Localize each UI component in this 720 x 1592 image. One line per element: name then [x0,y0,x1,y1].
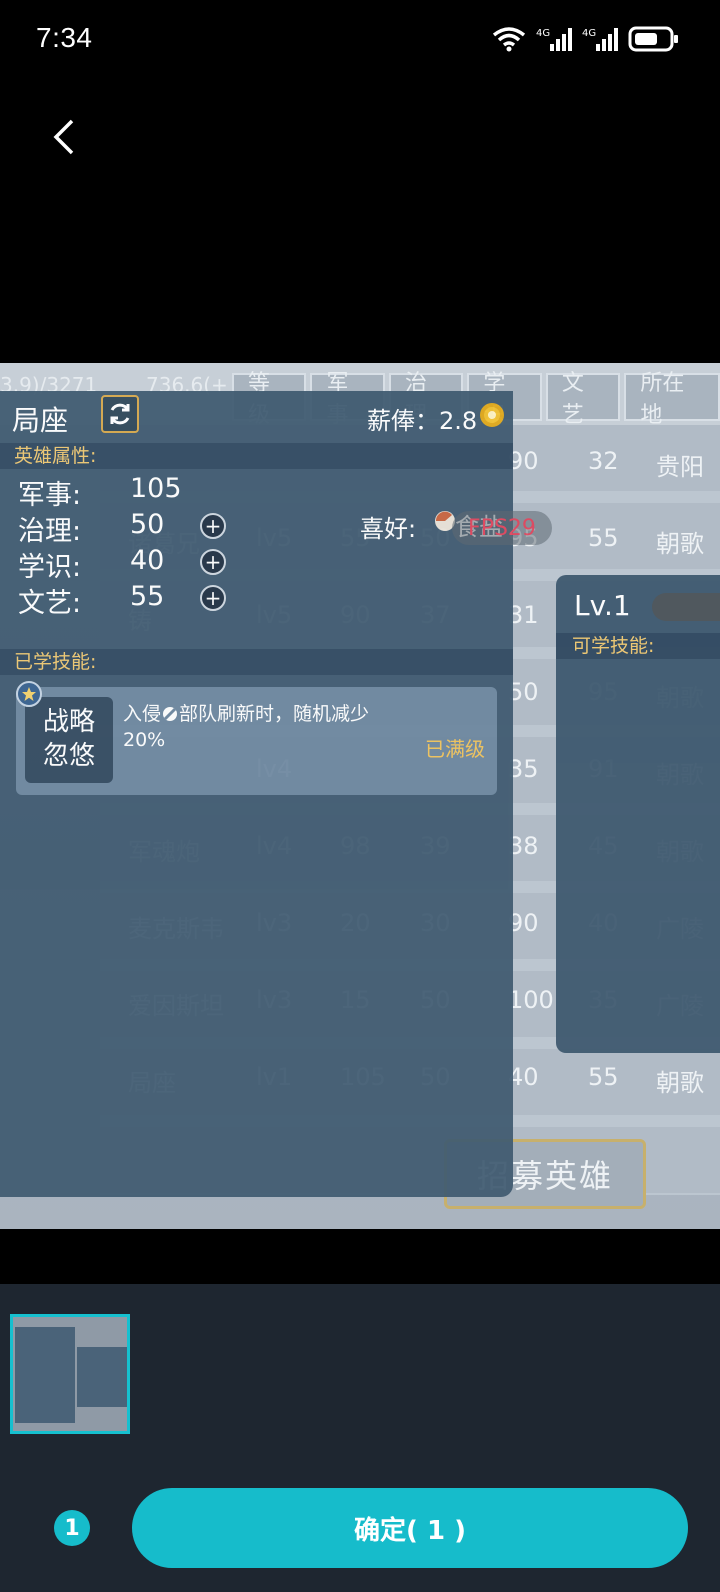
skill-max-level: 已满级 [425,737,485,761]
hero-name: 局座 [12,404,69,437]
bg-table-cell: 55 [588,524,619,552]
status-icons: 4G 4G [492,26,680,52]
attr-value: 40 [130,545,165,576]
attr-label: 军事: [18,480,82,511]
skill-desc-part3: 20% [123,729,166,751]
confirm-button[interactable]: 确定( 1 ) [132,1488,688,1568]
bg-table-cell: 朝歌 [656,1069,704,1097]
image-preview: 3.9)/3271 736.6(+ 等级 军事 治理 学识 文艺 所在地 903… [0,363,720,1229]
hero-attrs-header: 英雄属性: [0,443,513,469]
attr-label: 治理: [18,516,82,547]
fps-counter: FPS29 [452,511,552,545]
plus-icon: + [200,513,226,539]
wifi-icon [492,27,526,52]
bg-table-cell: 100 [508,986,554,1014]
skill-card: 战略 忽悠 入侵 部队刷新时，随机减少 20% 已满级 [16,681,497,795]
ban-icon [163,707,178,721]
bg-table-cell: 32 [588,447,619,475]
bg-tab: 所在地 [624,371,720,428]
skill-name-line2: 忽悠 [42,741,95,771]
cell-signal-icon-2: 4G [582,28,618,51]
plus-icon: + [200,585,226,611]
bg-table-cell: 贵阳 [656,453,704,481]
learned-skills-header: 已学技能: [0,649,513,675]
hobby-label: 喜好: [360,515,417,543]
plus-icon: + [200,549,226,575]
selected-thumbnail[interactable] [10,1314,130,1434]
skill-badge: 战略 忽悠 [25,697,113,783]
status-bar: 7:34 4G 4G [0,0,720,88]
level-progress [652,593,720,621]
bg-table-cell: 55 [588,1063,619,1091]
coin-icon [480,403,504,427]
refresh-icon [101,395,139,433]
hero-dialog: 局座 薪俸：2.8 英雄属性: 军事: 105 治理: 50 + 学识: 40 … [0,391,552,1197]
attr-value: 55 [130,581,165,612]
bg-tab: 文艺 [545,371,621,428]
cell-signal-icon: 4G [536,28,572,51]
chevron-left-icon [53,119,74,155]
skill-desc-part1: 入侵 [123,703,162,725]
attr-value: 105 [130,473,182,504]
status-time: 7:34 [36,22,93,53]
attr-label: 学识: [18,552,82,583]
skill-description: 入侵 部队刷新时，随机减少 20% [123,701,423,753]
learnable-skills-header: 可学技能: [556,633,720,659]
attr-value: 50 [130,509,165,540]
attr-label: 文艺: [18,588,82,619]
back-button[interactable] [40,110,88,164]
svg-text:4G: 4G [536,28,550,39]
salary-label: 薪俸：2.8 [367,407,478,435]
selected-count-badge: 1 [54,1510,90,1546]
star-icon [16,681,42,707]
thumbnail-card-shape [77,1347,127,1407]
skill-name-line1: 战略 [42,707,95,737]
learnable-skill-card: Lv.1 可学技能: [556,575,720,1053]
svg-text:4G: 4G [582,28,596,39]
skill-desc-part2: 部队刷新时，随机减少 [179,703,370,725]
bg-table-cell: 朝歌 [656,530,704,558]
battery-icon [628,26,678,52]
level-label: Lv.1 [574,589,631,622]
thumbnail-dialog-shape [15,1327,75,1423]
